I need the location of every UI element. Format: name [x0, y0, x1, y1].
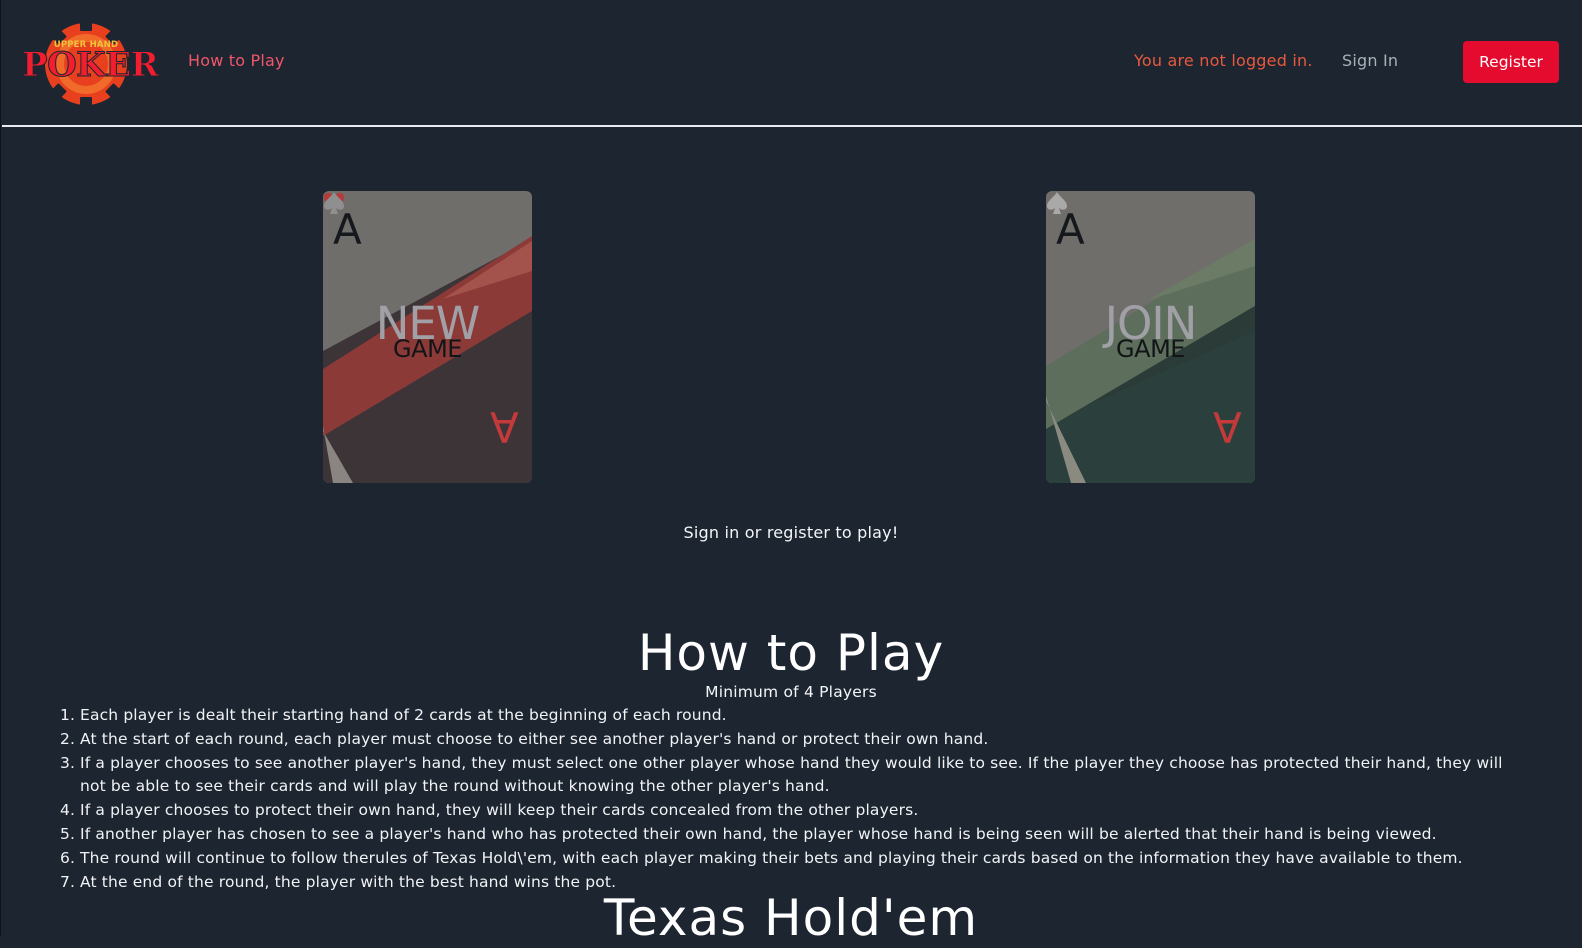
- upper-hand-poker-logo[interactable]: UPPER HAND POKER: [22, 18, 160, 106]
- list-item: 4. If a player chooses to protect their o…: [60, 799, 1530, 823]
- card-subtitle: GAME: [393, 335, 462, 363]
- spade-icon: [1047, 192, 1067, 214]
- rule-text: If a player chooses to see another playe…: [80, 753, 1503, 796]
- list-item: 6. The round will continue to follow ther…: [60, 847, 1530, 871]
- list-item: 2. At the start of each round, each playe…: [60, 728, 1530, 752]
- card-rank-bottom: A: [1213, 402, 1242, 451]
- card-rank-bottom: A: [490, 402, 519, 451]
- rules-list: 1. Each player is dealt their starting ha…: [60, 704, 1530, 894]
- login-status-text: You are not logged in.: [1134, 51, 1313, 70]
- nav-how-to-play-link[interactable]: How to Play: [188, 51, 285, 70]
- rule-number: 4.: [60, 801, 76, 820]
- rule-number: 3.: [60, 753, 76, 772]
- minimum-players-text: Minimum of 4 Players: [705, 683, 877, 701]
- rule-text: The round will continue to follow therul…: [80, 848, 1463, 867]
- top-navbar: UPPER HAND POKER How to Play You are not…: [0, 0, 1582, 126]
- join-game-card[interactable]: A JOIN GAME A: [1046, 191, 1255, 483]
- texas-holdem-heading: Texas Hold'em: [603, 889, 979, 947]
- list-item: 1. Each player is dealt their starting ha…: [60, 704, 1530, 728]
- card-subtitle: GAME: [1116, 335, 1185, 363]
- register-button[interactable]: Register: [1463, 41, 1559, 83]
- card-rank-top: A: [1056, 205, 1085, 254]
- card-rank-top: A: [333, 205, 362, 254]
- header-divider: [2, 125, 1582, 127]
- sign-in-link[interactable]: Sign In: [1342, 51, 1398, 70]
- rule-number: 6.: [60, 848, 76, 867]
- spade-icon: [324, 192, 344, 214]
- list-item: 5. If another player has chosen to see a …: [60, 823, 1530, 847]
- rule-number: 1.: [60, 706, 76, 724]
- how-to-play-heading: How to Play: [637, 624, 945, 682]
- rule-text: If another player has chosen to see a pl…: [80, 824, 1437, 843]
- rule-text: If a player chooses to protect their own…: [80, 801, 919, 820]
- rule-number: 5.: [60, 824, 76, 843]
- rule-text: Each player is dealt their starting hand…: [80, 706, 727, 724]
- list-item: 3. If a player chooses to see another pla…: [60, 752, 1530, 800]
- rule-number: 2.: [60, 729, 76, 748]
- rule-text: At the start of each round, each player …: [80, 729, 989, 748]
- new-game-card[interactable]: A NEW GAME A: [323, 191, 532, 483]
- sign-in-prompt: Sign in or register to play!: [683, 523, 899, 542]
- logo-main-text: POKER: [22, 45, 160, 85]
